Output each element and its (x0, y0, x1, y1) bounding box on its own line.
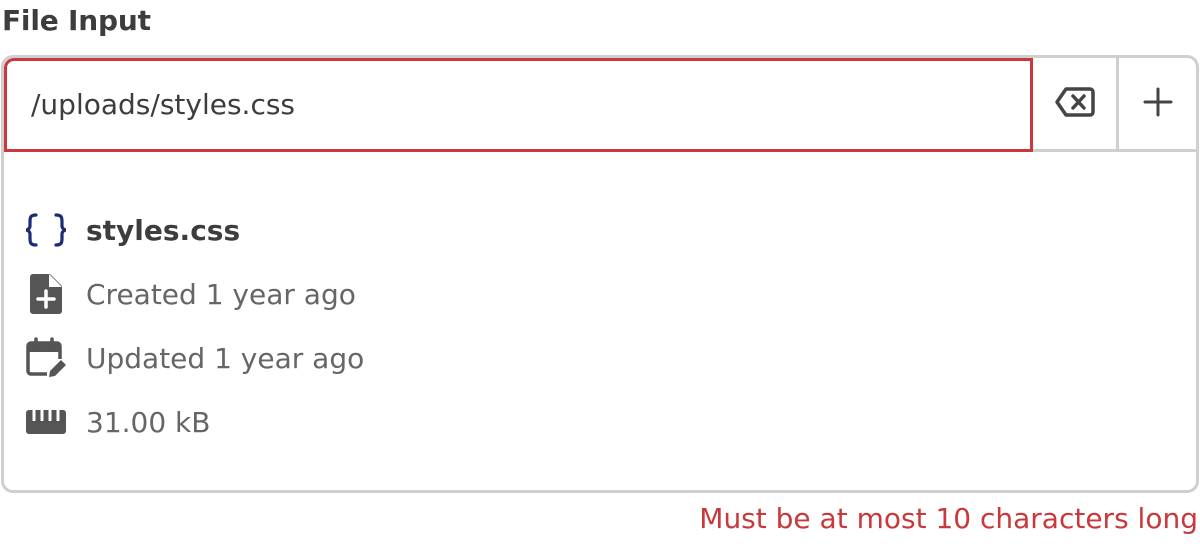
file-plus-icon (24, 272, 68, 316)
file-size: 31.00 kB (86, 405, 211, 439)
updated-text: Updated 1 year ago (86, 341, 365, 375)
file-input-box: /uploads/styles.css styles.css Created 1… (1, 55, 1199, 493)
calendar-edit-icon (24, 336, 68, 380)
file-path-input[interactable]: /uploads/styles.css (4, 58, 1033, 152)
field-label: File Input (2, 4, 151, 37)
updated-row: Updated 1 year ago (24, 326, 364, 390)
file-name: styles.css (86, 213, 241, 247)
file-details: styles.css Created 1 year ago Updated 1 … (24, 198, 364, 454)
created-text: Created 1 year ago (86, 277, 356, 311)
created-row: Created 1 year ago (24, 262, 364, 326)
size-row: 31.00 kB (24, 390, 364, 454)
backspace-x-icon (1054, 86, 1095, 122)
clear-button[interactable] (1033, 58, 1116, 149)
error-message: Must be at most 10 characters long (699, 502, 1198, 535)
file-name-row: styles.css (24, 198, 364, 262)
plus-icon (1142, 86, 1174, 122)
ruler-icon (24, 400, 68, 444)
input-row: /uploads/styles.css (4, 58, 1196, 152)
curly-braces-icon (24, 208, 68, 252)
add-button[interactable] (1116, 58, 1196, 149)
